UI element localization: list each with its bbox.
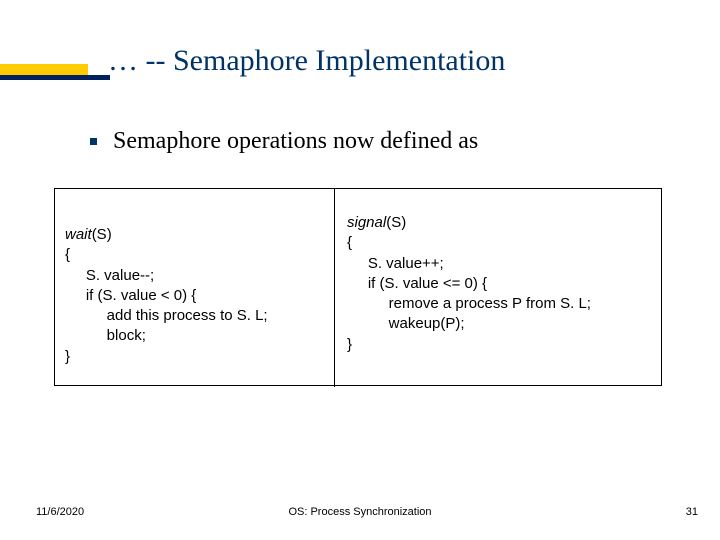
box-divider bbox=[334, 189, 335, 387]
code-wait-fn: wait bbox=[65, 226, 92, 243]
code-box: wait(S) { S. value--; if (S. value < 0) … bbox=[54, 188, 662, 386]
code-line: } bbox=[347, 336, 352, 353]
code-signal: signal(S) { S. value++; if (S. value <= … bbox=[347, 213, 591, 355]
code-wait-arg: (S) bbox=[92, 226, 112, 243]
code-line: add this process to S. L; bbox=[65, 307, 268, 324]
code-line: wakeup(P); bbox=[347, 315, 465, 332]
code-line: block; bbox=[65, 327, 146, 344]
code-line: if (S. value < 0) { bbox=[65, 287, 196, 304]
slide: … -- Semaphore Implementation Semaphore … bbox=[0, 0, 720, 540]
code-line: remove a process P from S. L; bbox=[347, 295, 591, 312]
title-row: … -- Semaphore Implementation bbox=[0, 44, 720, 88]
bullet-text: Semaphore operations now defined as bbox=[113, 128, 478, 154]
code-signal-arg: (S) bbox=[386, 214, 406, 231]
code-line: if (S. value <= 0) { bbox=[347, 275, 487, 292]
code-line: } bbox=[65, 348, 70, 365]
accent-bar-navy bbox=[0, 75, 110, 80]
code-wait: wait(S) { S. value--; if (S. value < 0) … bbox=[65, 225, 268, 367]
code-line: S. value++; bbox=[347, 255, 444, 272]
footer-page-number: 31 bbox=[686, 506, 698, 518]
code-signal-fn: signal bbox=[347, 214, 386, 231]
bullet-icon bbox=[90, 138, 97, 145]
footer-center: OS: Process Synchronization bbox=[0, 506, 720, 518]
slide-title: … -- Semaphore Implementation bbox=[108, 44, 505, 78]
bullet-row: Semaphore operations now defined as bbox=[90, 128, 650, 155]
code-line: { bbox=[65, 246, 70, 263]
code-line: { bbox=[347, 234, 352, 251]
code-line: S. value--; bbox=[65, 267, 154, 284]
